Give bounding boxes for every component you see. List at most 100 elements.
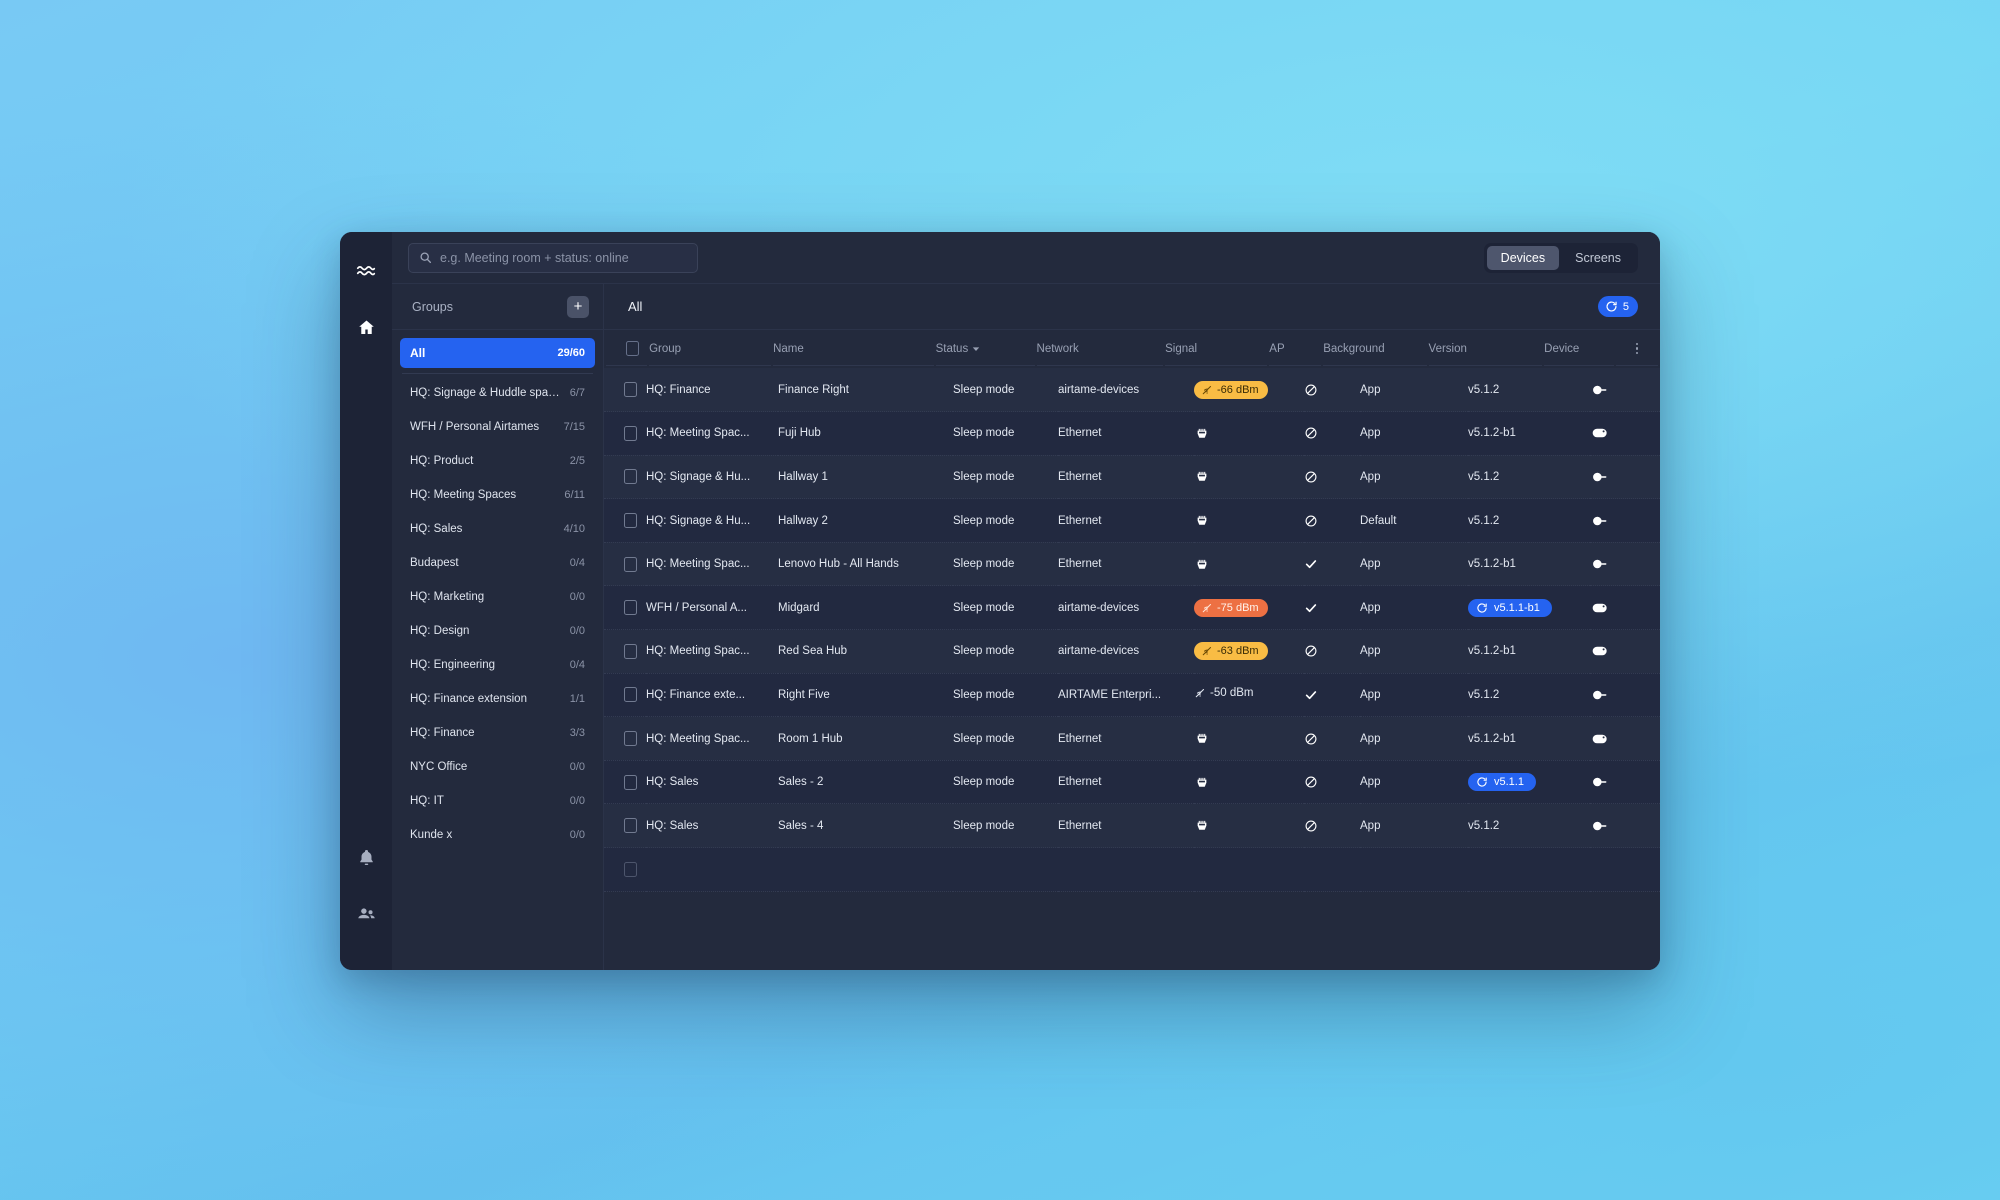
sidebar-group-item[interactable]: HQ: Meeting Spaces 6/11	[400, 480, 595, 510]
row-checkbox[interactable]	[624, 425, 637, 441]
row-select-cell	[604, 455, 646, 499]
table-row[interactable]: HQ: Meeting Spac... Lenovo Hub - All Hand…	[604, 542, 1660, 586]
column-header-version[interactable]: Version	[1428, 332, 1543, 366]
bell-icon[interactable]	[349, 840, 383, 874]
sidebar-group-item[interactable]: HQ: Sales 4/10	[400, 514, 595, 544]
cell-background-text: App	[1360, 558, 1381, 571]
column-header-ap[interactable]: AP	[1269, 332, 1322, 366]
cell-ap	[1304, 412, 1360, 456]
sidebar-group-item[interactable]: NYC Office 0/0	[400, 752, 595, 782]
people-icon[interactable]	[349, 896, 383, 930]
tab-screens[interactable]: Screens	[1561, 246, 1635, 270]
table-row[interactable]	[604, 847, 1660, 892]
row-checkbox[interactable]	[624, 687, 637, 703]
table-row[interactable]: HQ: Signage & Hu... Hallway 1 Sleep mode Et…	[604, 455, 1660, 499]
airtame-dongle-icon	[1590, 557, 1660, 571]
row-checkbox[interactable]	[624, 382, 637, 398]
cell-network-text: Ethernet	[1058, 558, 1102, 571]
row-checkbox[interactable]	[624, 861, 637, 877]
row-select-cell	[604, 368, 646, 412]
table-row[interactable]: WFH / Personal A... Midgard Sleep mode airt…	[604, 585, 1660, 630]
table-row[interactable]: HQ: Finance Finance Right Sleep mode airtam…	[604, 368, 1660, 412]
table-row[interactable]: HQ: Signage & Hu... Hallway 2 Sleep mode Et…	[604, 498, 1660, 543]
sidebar-group-item[interactable]: All 29/60	[400, 338, 595, 374]
table-row[interactable]: HQ: Meeting Spac... Fuji Hub Sleep mode Eth…	[604, 411, 1660, 456]
table-row[interactable]: HQ: Meeting Spac... Red Sea Hub Sleep mode…	[604, 629, 1660, 674]
cell-network: Ethernet	[1058, 717, 1194, 761]
row-select-cell	[604, 630, 646, 674]
cell-status: Sleep mode	[953, 499, 1058, 543]
cell-name-text: Hallway 2	[778, 514, 828, 527]
sidebar-group-item[interactable]: HQ: Finance extension 1/1	[400, 684, 595, 714]
search-box[interactable]	[408, 242, 698, 273]
column-header-network[interactable]: Network	[1036, 332, 1164, 366]
table-row[interactable]: HQ: Meeting Spac... Room 1 Hub Sleep mode E…	[604, 716, 1660, 761]
column-header-group[interactable]: Group	[649, 332, 772, 366]
tab-devices[interactable]: Devices	[1486, 245, 1560, 270]
table-header-bar: All 5	[604, 284, 1660, 330]
cell-name-text: Room 1 Hub	[778, 732, 843, 745]
sidebar-group-item[interactable]: Budapest 0/4	[400, 548, 595, 578]
row-checkbox[interactable]	[624, 643, 637, 659]
column-header-background[interactable]: Background	[1323, 332, 1427, 366]
select-all-checkbox[interactable]	[626, 341, 639, 356]
row-checkbox[interactable]	[624, 818, 637, 834]
row-checkbox[interactable]	[624, 513, 637, 529]
cell-version: v5.1.1	[1468, 760, 1590, 804]
sidebar-group-item[interactable]: HQ: Signage & Huddle spaces 6/7	[400, 378, 595, 408]
app-window: Devices Screens Groups + All 29/60 HQ: Sig…	[340, 232, 1660, 970]
cell-name-text: Fuji Hub	[778, 427, 821, 440]
column-header-status[interactable]: Status	[935, 332, 1035, 366]
sidebar-group-count: 0/4	[569, 659, 585, 671]
ethernet-port-icon	[1194, 731, 1304, 746]
add-group-button[interactable]: +	[567, 295, 589, 318]
cell-name: Red Sea Hub	[778, 630, 953, 674]
signal-value: -50 dBm	[1210, 687, 1254, 700]
sidebar-group-label: HQ: Marketing	[410, 591, 485, 603]
sidebar-group-item[interactable]: Kunde x 0/0	[400, 820, 595, 850]
sidebar-group-item[interactable]: HQ: Design 0/0	[400, 616, 595, 646]
row-select-cell	[604, 717, 646, 761]
row-checkbox[interactable]	[624, 731, 637, 747]
sidebar-group-item[interactable]: HQ: Finance 3/3	[400, 718, 595, 748]
cell-network: AIRTAME Enterpri...	[1058, 673, 1194, 717]
table-row[interactable]: HQ: Sales Sales - 4 Sleep mode Ethernet App v…	[604, 803, 1660, 848]
sidebar-group-item[interactable]: WFH / Personal Airtames 7/15	[400, 412, 595, 442]
column-header-signal[interactable]: Signal	[1165, 332, 1268, 366]
cell-group: HQ: Finance	[646, 368, 778, 412]
table-row[interactable]: HQ: Finance exte... Right Five Sleep mode A…	[604, 673, 1660, 717]
cell-name-text: Midgard	[778, 601, 820, 614]
row-checkbox[interactable]	[624, 774, 637, 790]
cell-status: Sleep mode	[953, 673, 1058, 717]
sidebar-group-count: 6/11	[564, 489, 585, 501]
row-checkbox[interactable]	[624, 600, 637, 616]
cell-signal: -75 dBm	[1194, 586, 1304, 630]
row-checkbox[interactable]	[624, 469, 637, 485]
cell-name: Room 1 Hub	[778, 717, 953, 761]
row-checkbox[interactable]	[624, 556, 637, 572]
home-icon[interactable]	[349, 310, 383, 344]
column-options-menu[interactable]	[1616, 332, 1658, 366]
sidebar-group-item[interactable]: HQ: Product 2/5	[400, 446, 595, 476]
version-update-pill[interactable]: v5.1.1	[1468, 773, 1536, 792]
table-body-scroll[interactable]: HQ: Finance Finance Right Sleep mode airtam…	[604, 368, 1660, 970]
search-input[interactable]	[440, 250, 687, 265]
version-update-pill[interactable]: v5.1.1-b1	[1468, 598, 1552, 617]
sidebar-group-label: HQ: Finance extension	[410, 693, 527, 705]
groups-sidebar: Groups + All 29/60 HQ: Signage & Huddle sp…	[392, 284, 604, 970]
sidebar-group-count: 6/7	[569, 387, 585, 399]
cell-network-text: Ethernet	[1058, 819, 1102, 832]
sidebar-group-item[interactable]: HQ: IT 0/0	[400, 786, 595, 816]
cell-background: App	[1360, 760, 1468, 804]
column-header-device[interactable]: Device	[1544, 332, 1615, 366]
column-header-name[interactable]: Name	[773, 332, 934, 366]
sidebar-group-item[interactable]: HQ: Marketing 0/0	[400, 582, 595, 612]
kebab-menu-icon[interactable]	[1616, 342, 1658, 355]
table-row[interactable]: HQ: Sales Sales - 2 Sleep mode Ethernet App v…	[604, 760, 1660, 804]
cell-version: v5.1.2	[1468, 804, 1590, 848]
sidebar-group-item[interactable]: HQ: Engineering 0/4	[400, 650, 595, 680]
cell-name	[778, 848, 953, 892]
airtame-logo-icon[interactable]	[349, 254, 383, 288]
cell-network: Ethernet	[1058, 412, 1194, 456]
pending-updates-badge[interactable]: 5	[1597, 296, 1638, 317]
